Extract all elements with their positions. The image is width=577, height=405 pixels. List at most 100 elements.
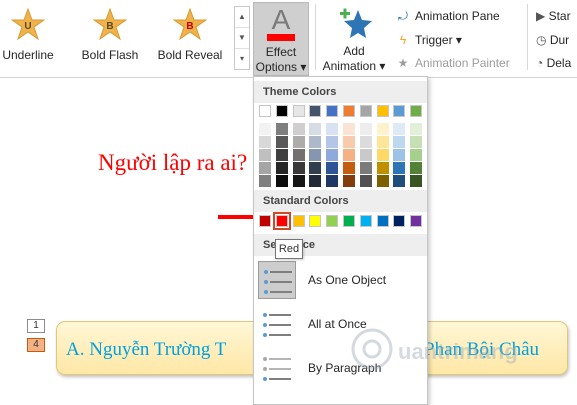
standard-color-swatch[interactable] [376,215,389,227]
theme-color-swatch[interactable] [410,105,423,117]
by-paragraph-icon [258,349,296,387]
animation-painter-button[interactable]: ★ Animation Painter [395,56,510,70]
theme-shade-swatch[interactable] [309,149,322,161]
theme-shade-swatch[interactable] [410,123,423,135]
animation-pane-button[interactable]: ⤾ Animation Pane [395,9,500,24]
answer-text-left: A. Nguyễn Trường T [66,339,227,360]
standard-color-swatch[interactable] [292,215,305,227]
theme-shade-swatch[interactable] [309,136,322,148]
standard-color-swatch[interactable] [309,215,322,227]
effect-options-button[interactable]: A Effect Options ▾ [253,2,309,76]
theme-shade-swatch[interactable] [309,123,322,135]
theme-shade-swatch[interactable] [376,175,389,187]
ribbon: U Underline B Bold Flash B Bold Reveal ▲ ▼ ▾ … [0,0,577,93]
theme-shade-swatch[interactable] [393,149,406,161]
theme-shade-swatch[interactable] [359,136,372,148]
theme-shade-swatch[interactable] [376,136,389,148]
gallery-item-label: Bold Reveal [157,48,223,62]
theme-shade-swatch[interactable] [326,149,339,161]
theme-shade-swatch[interactable] [309,175,322,187]
theme-shade-swatch[interactable] [275,175,288,187]
theme-shade-swatch[interactable] [410,162,423,174]
theme-shade-swatch[interactable] [359,149,372,161]
theme-shade-swatch[interactable] [343,162,355,174]
delay-control[interactable]: ◔ Dela [536,56,571,70]
theme-color-swatch[interactable] [343,105,355,117]
standard-color-swatch[interactable] [410,215,423,227]
trigger-button[interactable]: ϟ Trigger ▾ [395,33,462,47]
start-control[interactable]: ▶ Star [536,9,571,23]
theme-colors-header: Theme Colors [254,81,427,103]
theme-color-swatch[interactable] [259,105,271,117]
theme-shade-swatch[interactable] [359,123,372,135]
standard-color-swatch[interactable] [343,215,355,227]
painter-icon: ★ [397,56,409,70]
standard-color-swatch[interactable] [359,215,372,227]
duration-control[interactable]: ◷ Dur [536,33,569,47]
theme-color-swatch[interactable] [309,105,322,117]
theme-shade-swatch[interactable] [275,123,288,135]
theme-shade-swatch[interactable] [275,136,288,148]
theme-shade-swatch[interactable] [343,123,355,135]
theme-shade-swatch[interactable] [292,123,305,135]
theme-shade-swatch[interactable] [326,136,339,148]
theme-shade-swatch[interactable] [326,162,339,174]
animation-sequence-number[interactable]: 1 [27,319,45,333]
standard-color-swatch[interactable] [393,215,406,227]
animation-gallery-item[interactable]: B Bold Flash [72,8,148,68]
gallery-scroll[interactable]: ▲ ▼ ▾ [234,6,250,70]
theme-color-swatch[interactable] [393,105,406,117]
standard-color-swatch[interactable] [326,215,339,227]
add-animation-label-2: Animation ▾ [322,59,386,73]
theme-color-swatch[interactable] [359,105,372,117]
theme-shade-swatch[interactable] [326,175,339,187]
theme-shade-swatch[interactable] [259,123,271,135]
theme-shade-swatch[interactable] [376,162,389,174]
theme-color-swatch[interactable] [275,105,288,117]
theme-shade-swatch[interactable] [393,162,406,174]
theme-shade-swatch[interactable] [393,136,406,148]
add-animation-label-1: Add [343,44,365,58]
gallery-scroll-down-icon[interactable]: ▼ [235,28,249,49]
theme-shade-swatch[interactable] [359,175,372,187]
gallery-more-icon[interactable]: ▾ [235,49,249,69]
theme-shade-swatch[interactable] [292,175,305,187]
animation-sequence-number[interactable]: 4 [27,338,45,352]
theme-shade-swatch[interactable] [259,149,271,161]
theme-shade-swatch[interactable] [410,136,423,148]
theme-shade-swatch[interactable] [292,136,305,148]
theme-shade-swatch[interactable] [343,175,355,187]
theme-shade-swatch[interactable] [292,162,305,174]
theme-shade-swatch[interactable] [259,175,271,187]
animation-pane-icon: ⤾ [398,9,408,23]
theme-shade-swatch[interactable] [275,162,288,174]
theme-shade-swatch[interactable] [393,123,406,135]
theme-shade-swatch[interactable] [410,149,423,161]
animation-gallery-item[interactable]: U Underline [0,8,66,68]
theme-shade-swatch[interactable] [259,136,271,148]
add-animation-button[interactable]: Add Animation ▾ [322,6,386,74]
separator [315,4,316,70]
animation-gallery-item[interactable]: B Bold Reveal [152,8,228,68]
theme-color-swatch[interactable] [376,105,389,117]
slide-question[interactable]: Người lập ra ai? [98,150,247,176]
theme-color-swatch[interactable] [292,105,305,117]
effect-options-label-1: Effect [265,45,297,59]
theme-shade-swatch[interactable] [343,149,355,161]
theme-shade-swatch[interactable] [393,175,406,187]
theme-shade-swatch[interactable] [309,162,322,174]
theme-color-swatch[interactable] [326,105,339,117]
sequence-as-one-object[interactable]: As One Object [254,258,427,303]
standard-color-swatch[interactable] [272,212,291,230]
theme-shade-swatch[interactable] [292,149,305,161]
theme-shade-swatch[interactable] [376,123,389,135]
theme-shade-swatch[interactable] [376,149,389,161]
gallery-scroll-up-icon[interactable]: ▲ [235,7,249,28]
theme-shade-swatch[interactable] [259,162,271,174]
theme-shade-swatch[interactable] [359,162,372,174]
theme-shade-swatch[interactable] [275,149,288,161]
theme-shade-swatch[interactable] [343,136,355,148]
standard-color-swatch[interactable] [259,215,271,227]
theme-shade-swatch[interactable] [410,175,423,187]
theme-shade-swatch[interactable] [326,123,339,135]
